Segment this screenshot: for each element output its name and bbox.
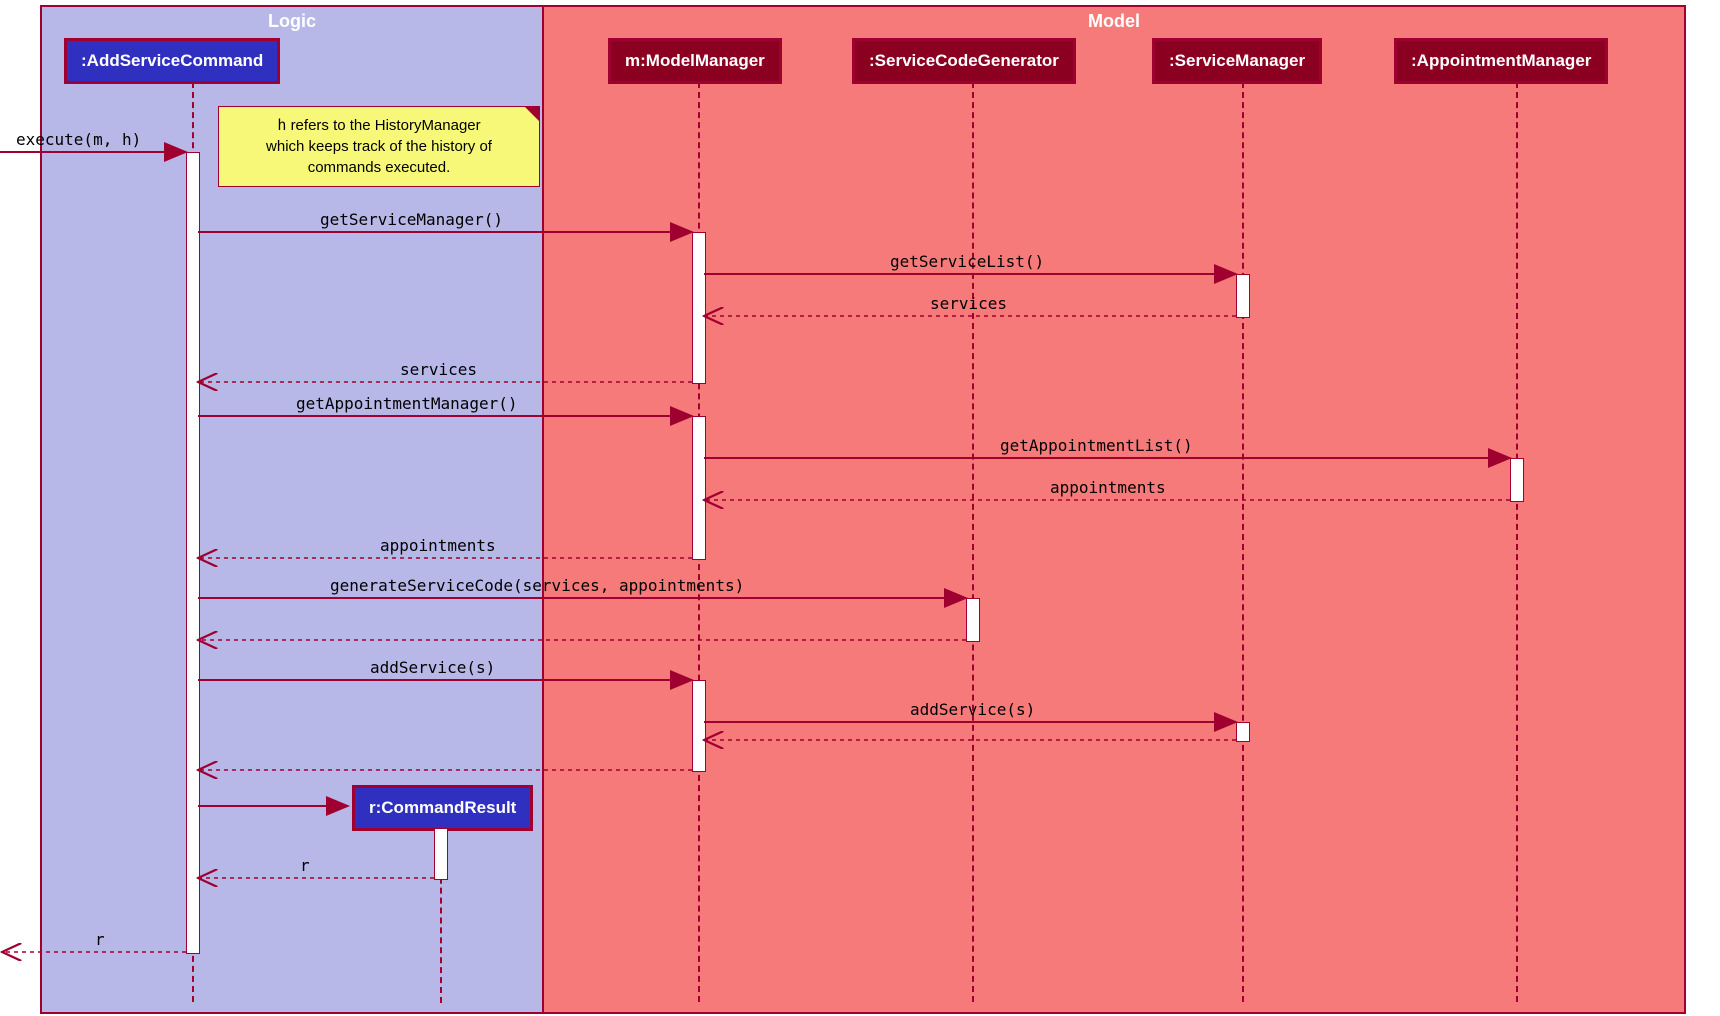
msg-ret-r-2: r bbox=[95, 930, 105, 949]
msg-execute: execute(m, h) bbox=[16, 130, 141, 149]
msg-get-appointment-list: getAppointmentList() bbox=[1000, 436, 1193, 455]
msg-ret-services-1: services bbox=[930, 294, 1007, 313]
msg-add-service-1: addService(s) bbox=[370, 658, 495, 677]
msg-ret-appointments-1: appointments bbox=[1050, 478, 1166, 497]
msg-get-service-list: getServiceList() bbox=[890, 252, 1044, 271]
msg-ret-r-1: r bbox=[300, 856, 310, 875]
msg-get-service-manager: getServiceManager() bbox=[320, 210, 503, 229]
msg-get-appointment-manager: getAppointmentManager() bbox=[296, 394, 518, 413]
msg-ret-appointments-2: appointments bbox=[380, 536, 496, 555]
msg-add-service-2: addService(s) bbox=[910, 700, 1035, 719]
msg-generate-service-code: generateServiceCode(services, appointmen… bbox=[330, 576, 744, 595]
msg-ret-services-2: services bbox=[400, 360, 477, 379]
